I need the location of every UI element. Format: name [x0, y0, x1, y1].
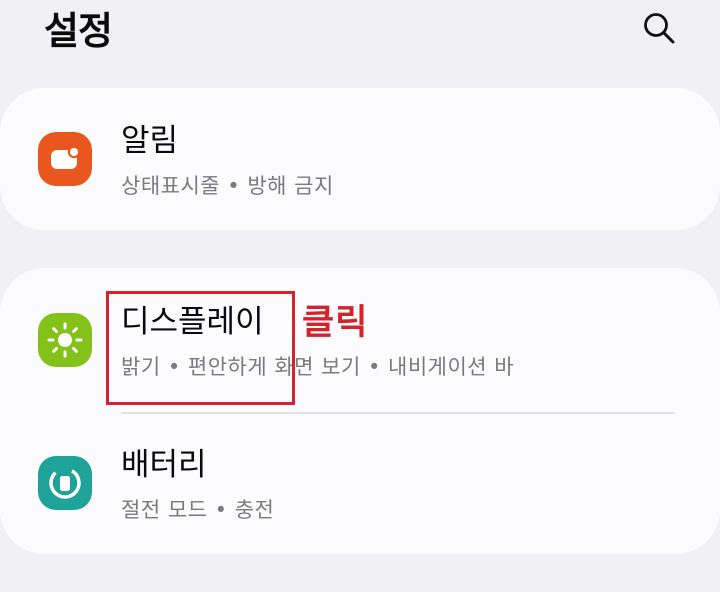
sun-icon	[38, 313, 92, 367]
item-title: 배터리	[121, 447, 207, 483]
click-annotation: 클릭	[302, 303, 369, 343]
item-subtitle: 절전 모드 • 충전	[121, 498, 275, 522]
app-header: 설정	[0, 0, 720, 80]
settings-item-battery[interactable]: 배터리 절전 모드 • 충전	[0, 414, 720, 554]
settings-card-notifications: 알림 상태표시줄 • 방해 금지	[0, 88, 720, 230]
settings-item-notifications[interactable]: 알림 상태표시줄 • 방해 금지	[0, 88, 720, 228]
battery-icon	[38, 456, 92, 510]
notification-icon	[38, 132, 92, 186]
item-title: 알림	[121, 123, 179, 159]
search-icon	[642, 11, 676, 49]
search-button[interactable]	[634, 6, 684, 54]
page-title: 설정	[44, 9, 113, 53]
item-subtitle: 상태표시줄 • 방해 금지	[121, 174, 334, 198]
highlight-box	[106, 291, 295, 405]
